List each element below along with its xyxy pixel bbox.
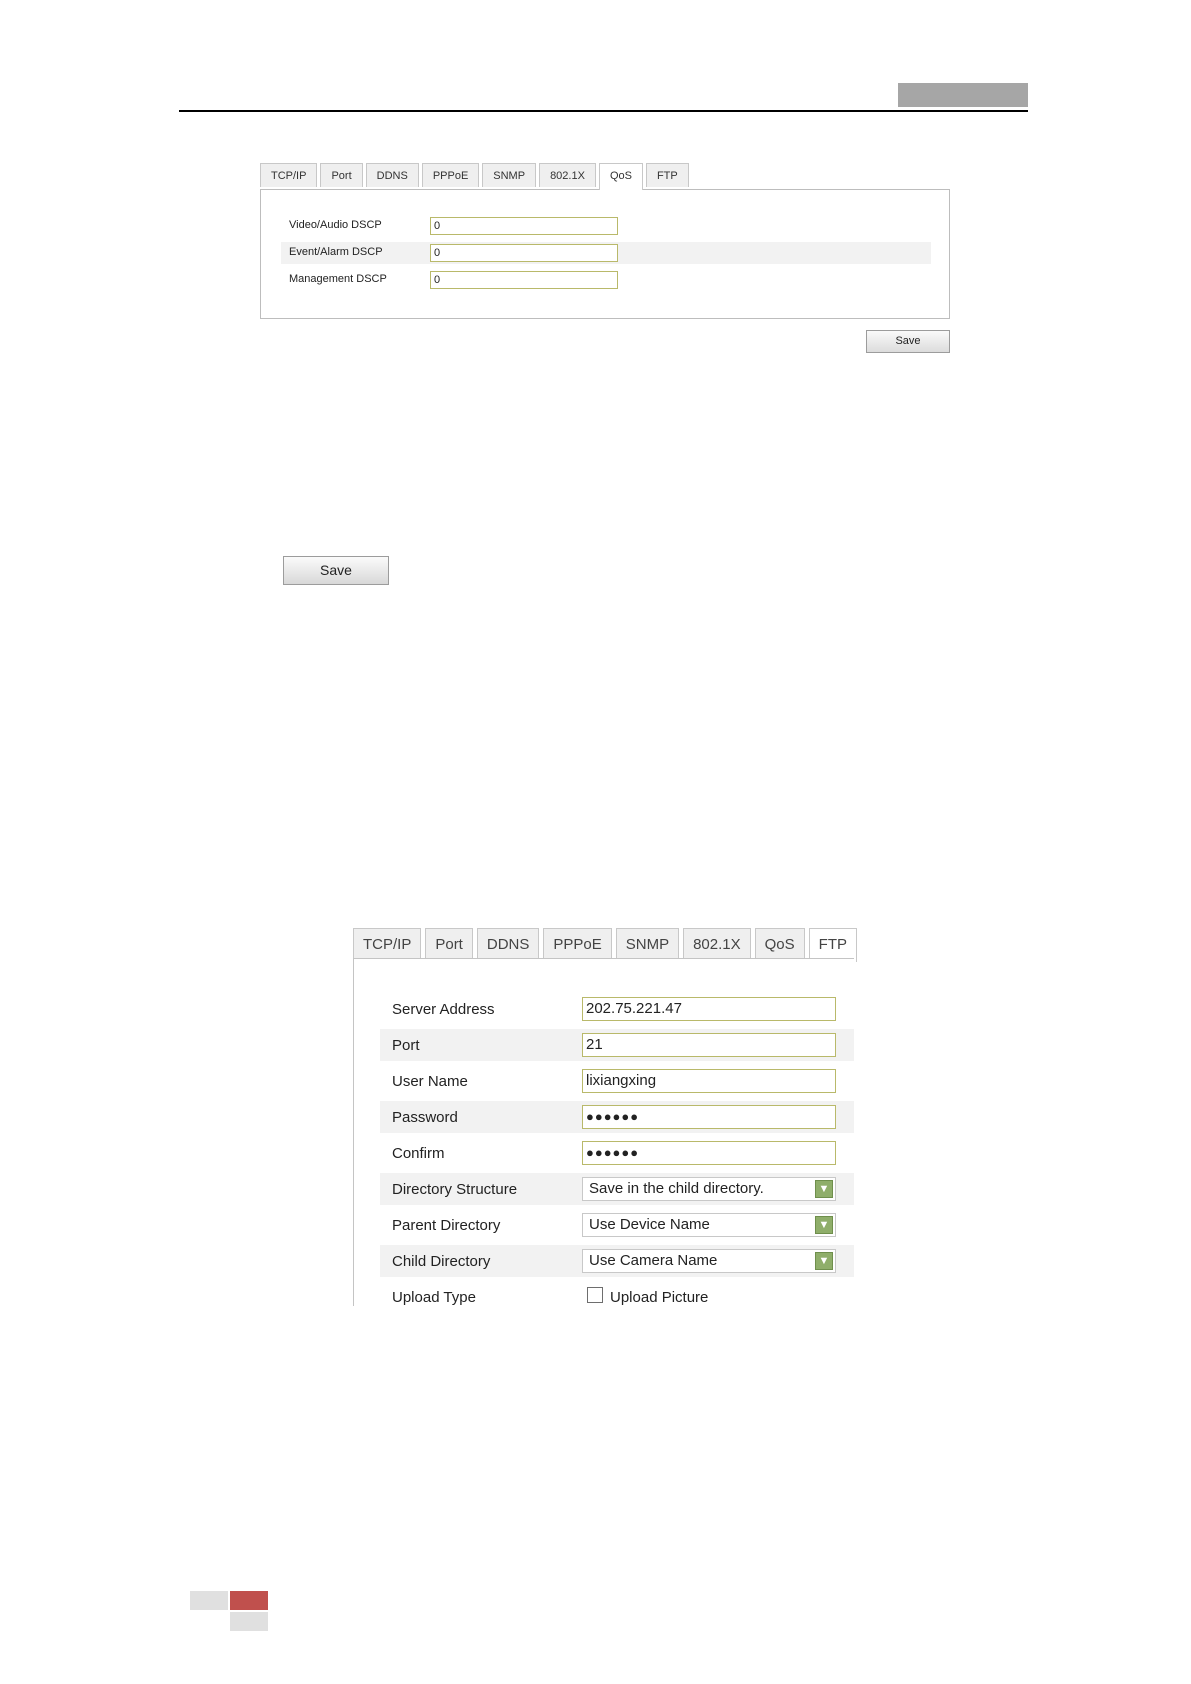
port-label: Port: [392, 1037, 420, 1054]
tab-pppoe[interactable]: PPPoE: [543, 928, 612, 960]
ftp-row-user-name: User Name lixiangxing: [380, 1065, 854, 1097]
server-address-input[interactable]: 202.75.221.47: [582, 997, 836, 1021]
parent-directory-value: Use Device Name: [589, 1216, 710, 1233]
child-directory-value: Use Camera Name: [589, 1252, 718, 1269]
directory-structure-label: Directory Structure: [392, 1181, 518, 1198]
ftp-row-password: Password ●●●●●●: [380, 1101, 854, 1133]
parent-directory-label: Parent Directory: [392, 1217, 501, 1234]
child-directory-select[interactable]: Use Camera Name ▼: [582, 1249, 836, 1273]
password-input[interactable]: ●●●●●●: [582, 1105, 836, 1129]
qos-row-management: Management DSCP 0: [281, 269, 931, 291]
event-alarm-dscp-input[interactable]: 0: [430, 244, 618, 262]
confirm-label: Confirm: [392, 1145, 445, 1162]
qos-row-video-audio: Video/Audio DSCP 0: [281, 215, 931, 237]
video-audio-dscp-input[interactable]: 0: [430, 217, 618, 235]
tab-port[interactable]: Port: [320, 163, 363, 187]
qos-settings-panel: Video/Audio DSCP 0 Event/Alarm DSCP 0 Ma…: [260, 189, 950, 319]
ftp-row-child-directory: Child Directory Use Camera Name ▼: [380, 1245, 854, 1277]
qos-row-event-alarm: Event/Alarm DSCP 0: [281, 242, 931, 264]
footer-block-red: [230, 1591, 268, 1610]
chevron-down-icon[interactable]: ▼: [815, 1252, 833, 1270]
confirm-password-input[interactable]: ●●●●●●: [582, 1141, 836, 1165]
tab-snmp[interactable]: SNMP: [482, 163, 537, 187]
tab-8021x[interactable]: 802.1X: [683, 928, 751, 960]
tab-ftp[interactable]: FTP: [645, 163, 689, 187]
footer-block-gray-lower: [230, 1612, 268, 1631]
video-audio-dscp-label: Video/Audio DSCP: [289, 219, 382, 231]
server-address-label: Server Address: [392, 1001, 495, 1018]
port-input[interactable]: 21: [582, 1033, 836, 1057]
tab-tcpip[interactable]: TCP/IP: [260, 163, 318, 187]
directory-structure-select[interactable]: Save in the child directory. ▼: [582, 1177, 836, 1201]
tab-qos[interactable]: QoS: [598, 163, 643, 190]
header-tab-box: [898, 83, 1028, 107]
management-dscp-label: Management DSCP: [289, 273, 387, 285]
directory-structure-value: Save in the child directory.: [589, 1180, 764, 1197]
tab-snmp[interactable]: SNMP: [615, 928, 680, 960]
header-rule: [179, 110, 1028, 112]
save-button[interactable]: Save: [283, 556, 389, 585]
ftp-row-directory-structure: Directory Structure Save in the child di…: [380, 1173, 854, 1205]
chevron-down-icon[interactable]: ▼: [815, 1180, 833, 1198]
ftp-row-confirm: Confirm ●●●●●●: [380, 1137, 854, 1169]
ftp-row-server-address: Server Address 202.75.221.47: [380, 993, 854, 1025]
upload-type-label: Upload Type: [392, 1289, 476, 1306]
chevron-down-icon[interactable]: ▼: [815, 1216, 833, 1234]
user-name-input[interactable]: lixiangxing: [582, 1069, 836, 1093]
parent-directory-select[interactable]: Use Device Name ▼: [582, 1213, 836, 1237]
footer-block-gray: [190, 1591, 228, 1610]
password-label: Password: [392, 1109, 458, 1126]
upload-picture-label: Upload Picture: [610, 1289, 709, 1306]
upload-picture-checkbox[interactable]: [587, 1287, 603, 1303]
ftp-row-port: Port 21: [380, 1029, 854, 1061]
ftp-row-upload-type: Upload Type Upload Picture: [380, 1281, 854, 1313]
ftp-row-parent-directory: Parent Directory Use Device Name ▼: [380, 1209, 854, 1241]
qos-save-button[interactable]: Save: [866, 330, 950, 353]
qos-tab-bar: TCP/IP Port DDNS PPPoE SNMP 802.1X QoS F…: [260, 163, 689, 190]
user-name-label: User Name: [392, 1073, 468, 1090]
tab-port[interactable]: Port: [425, 928, 473, 960]
tab-ddns[interactable]: DDNS: [365, 163, 419, 187]
tab-qos[interactable]: QoS: [754, 928, 805, 960]
management-dscp-input[interactable]: 0: [430, 271, 618, 289]
event-alarm-dscp-label: Event/Alarm DSCP: [289, 246, 383, 258]
tab-tcpip[interactable]: TCP/IP: [353, 928, 422, 960]
tab-ftp[interactable]: FTP: [808, 928, 857, 962]
child-directory-label: Child Directory: [392, 1253, 491, 1270]
tab-8021x[interactable]: 802.1X: [539, 163, 596, 187]
ftp-tab-bar: TCP/IP Port DDNS PPPoE SNMP 802.1X QoS F…: [353, 928, 857, 962]
tab-pppoe[interactable]: PPPoE: [421, 163, 480, 187]
tab-ddns[interactable]: DDNS: [476, 928, 540, 960]
